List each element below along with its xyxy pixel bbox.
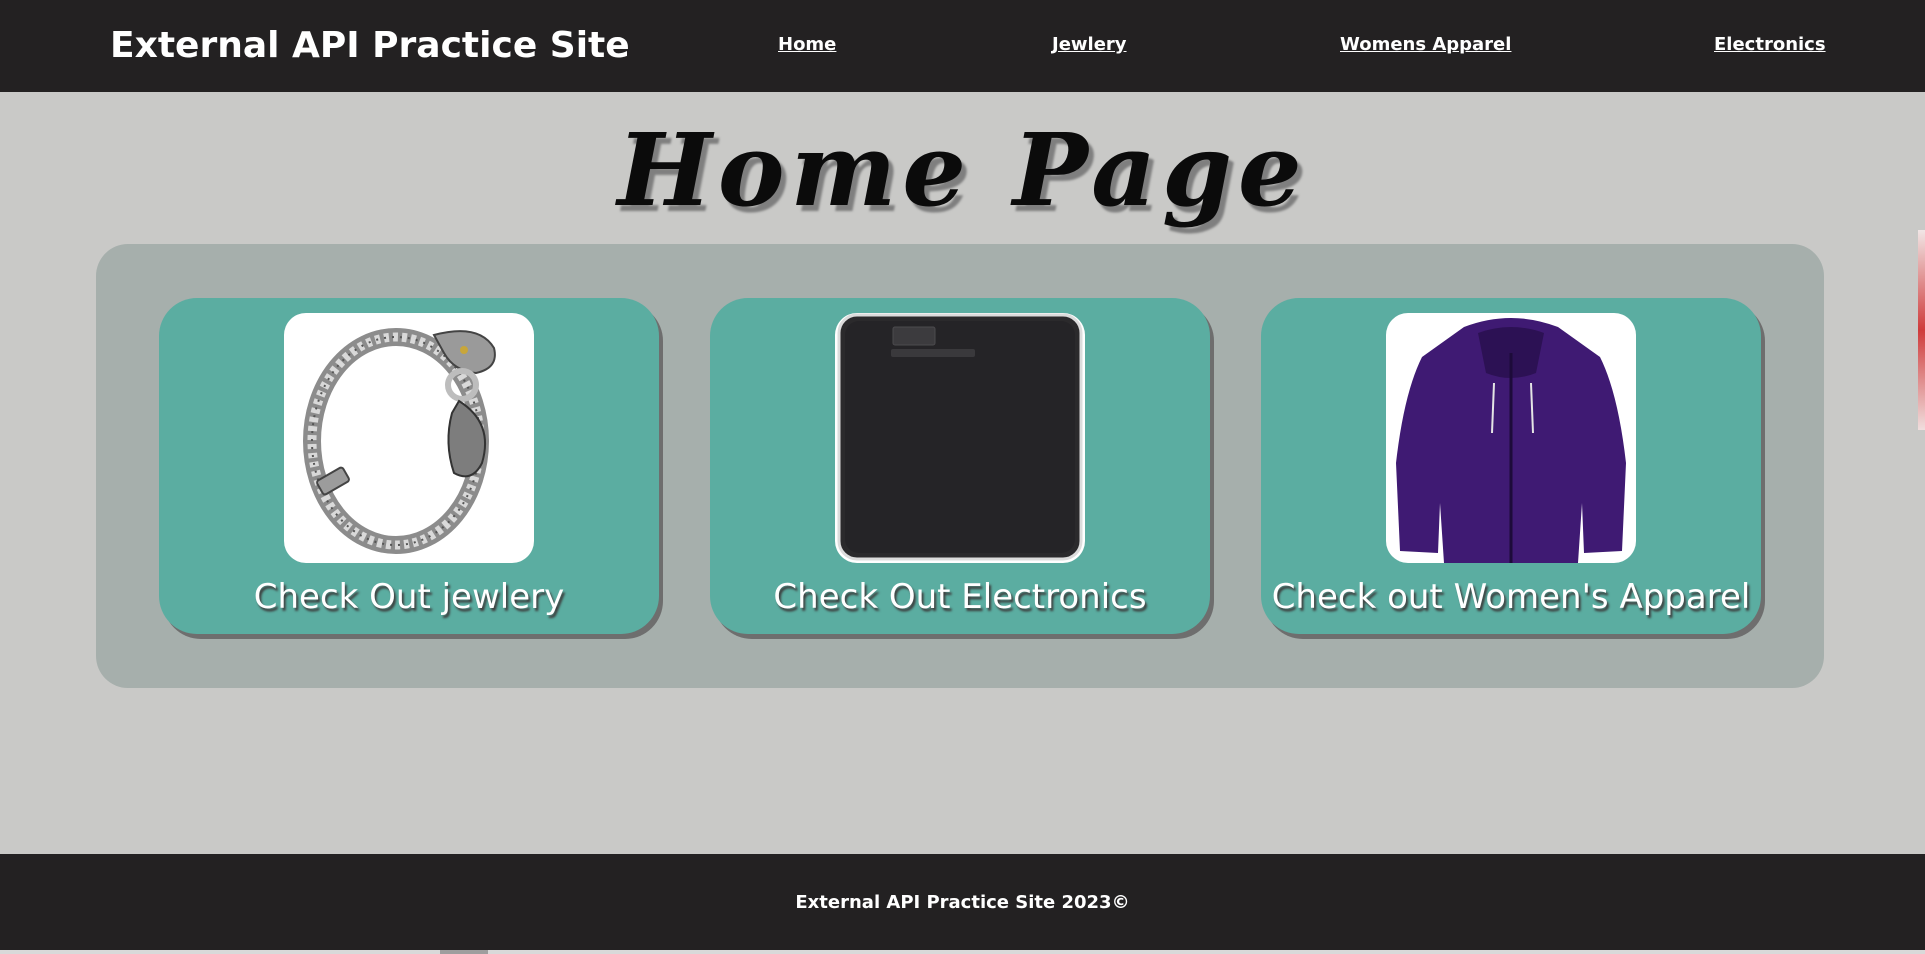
footer-text: External API Practice Site 2023© [795, 892, 1130, 913]
page-heading: Home Page [617, 111, 1308, 229]
card-label-jewlery[interactable]: Check Out jewlery [159, 566, 659, 628]
nav-link-home[interactable]: Home [778, 34, 836, 55]
nav-link-womens-apparel[interactable]: Womens Apparel [1340, 34, 1511, 55]
hard-drive-icon[interactable] [835, 313, 1085, 563]
top-navbar: External API Practice Site Home Jewlery … [0, 0, 1925, 92]
scrollbar-thumb[interactable] [440, 950, 488, 954]
card-jewlery[interactable]: Check Out jewlery [159, 298, 659, 634]
jacket-icon[interactable] [1386, 313, 1636, 563]
card-label-womens-apparel[interactable]: Check out Women's Apparel [1261, 566, 1761, 628]
card-womens-apparel[interactable]: Check out Women's Apparel [1261, 298, 1761, 634]
nav-link-jewlery[interactable]: Jewlery [1052, 34, 1127, 55]
bracelet-icon[interactable] [284, 313, 534, 563]
site-title: External API Practice Site [110, 25, 630, 66]
footer: External API Practice Site 2023© [0, 854, 1925, 950]
horizontal-scrollbar[interactable] [0, 950, 1925, 954]
nav-link-electronics[interactable]: Electronics [1714, 34, 1826, 55]
edge-decoration [1918, 230, 1925, 430]
card-electronics[interactable]: Check Out Electronics [710, 298, 1210, 634]
card-label-electronics[interactable]: Check Out Electronics [710, 566, 1210, 628]
